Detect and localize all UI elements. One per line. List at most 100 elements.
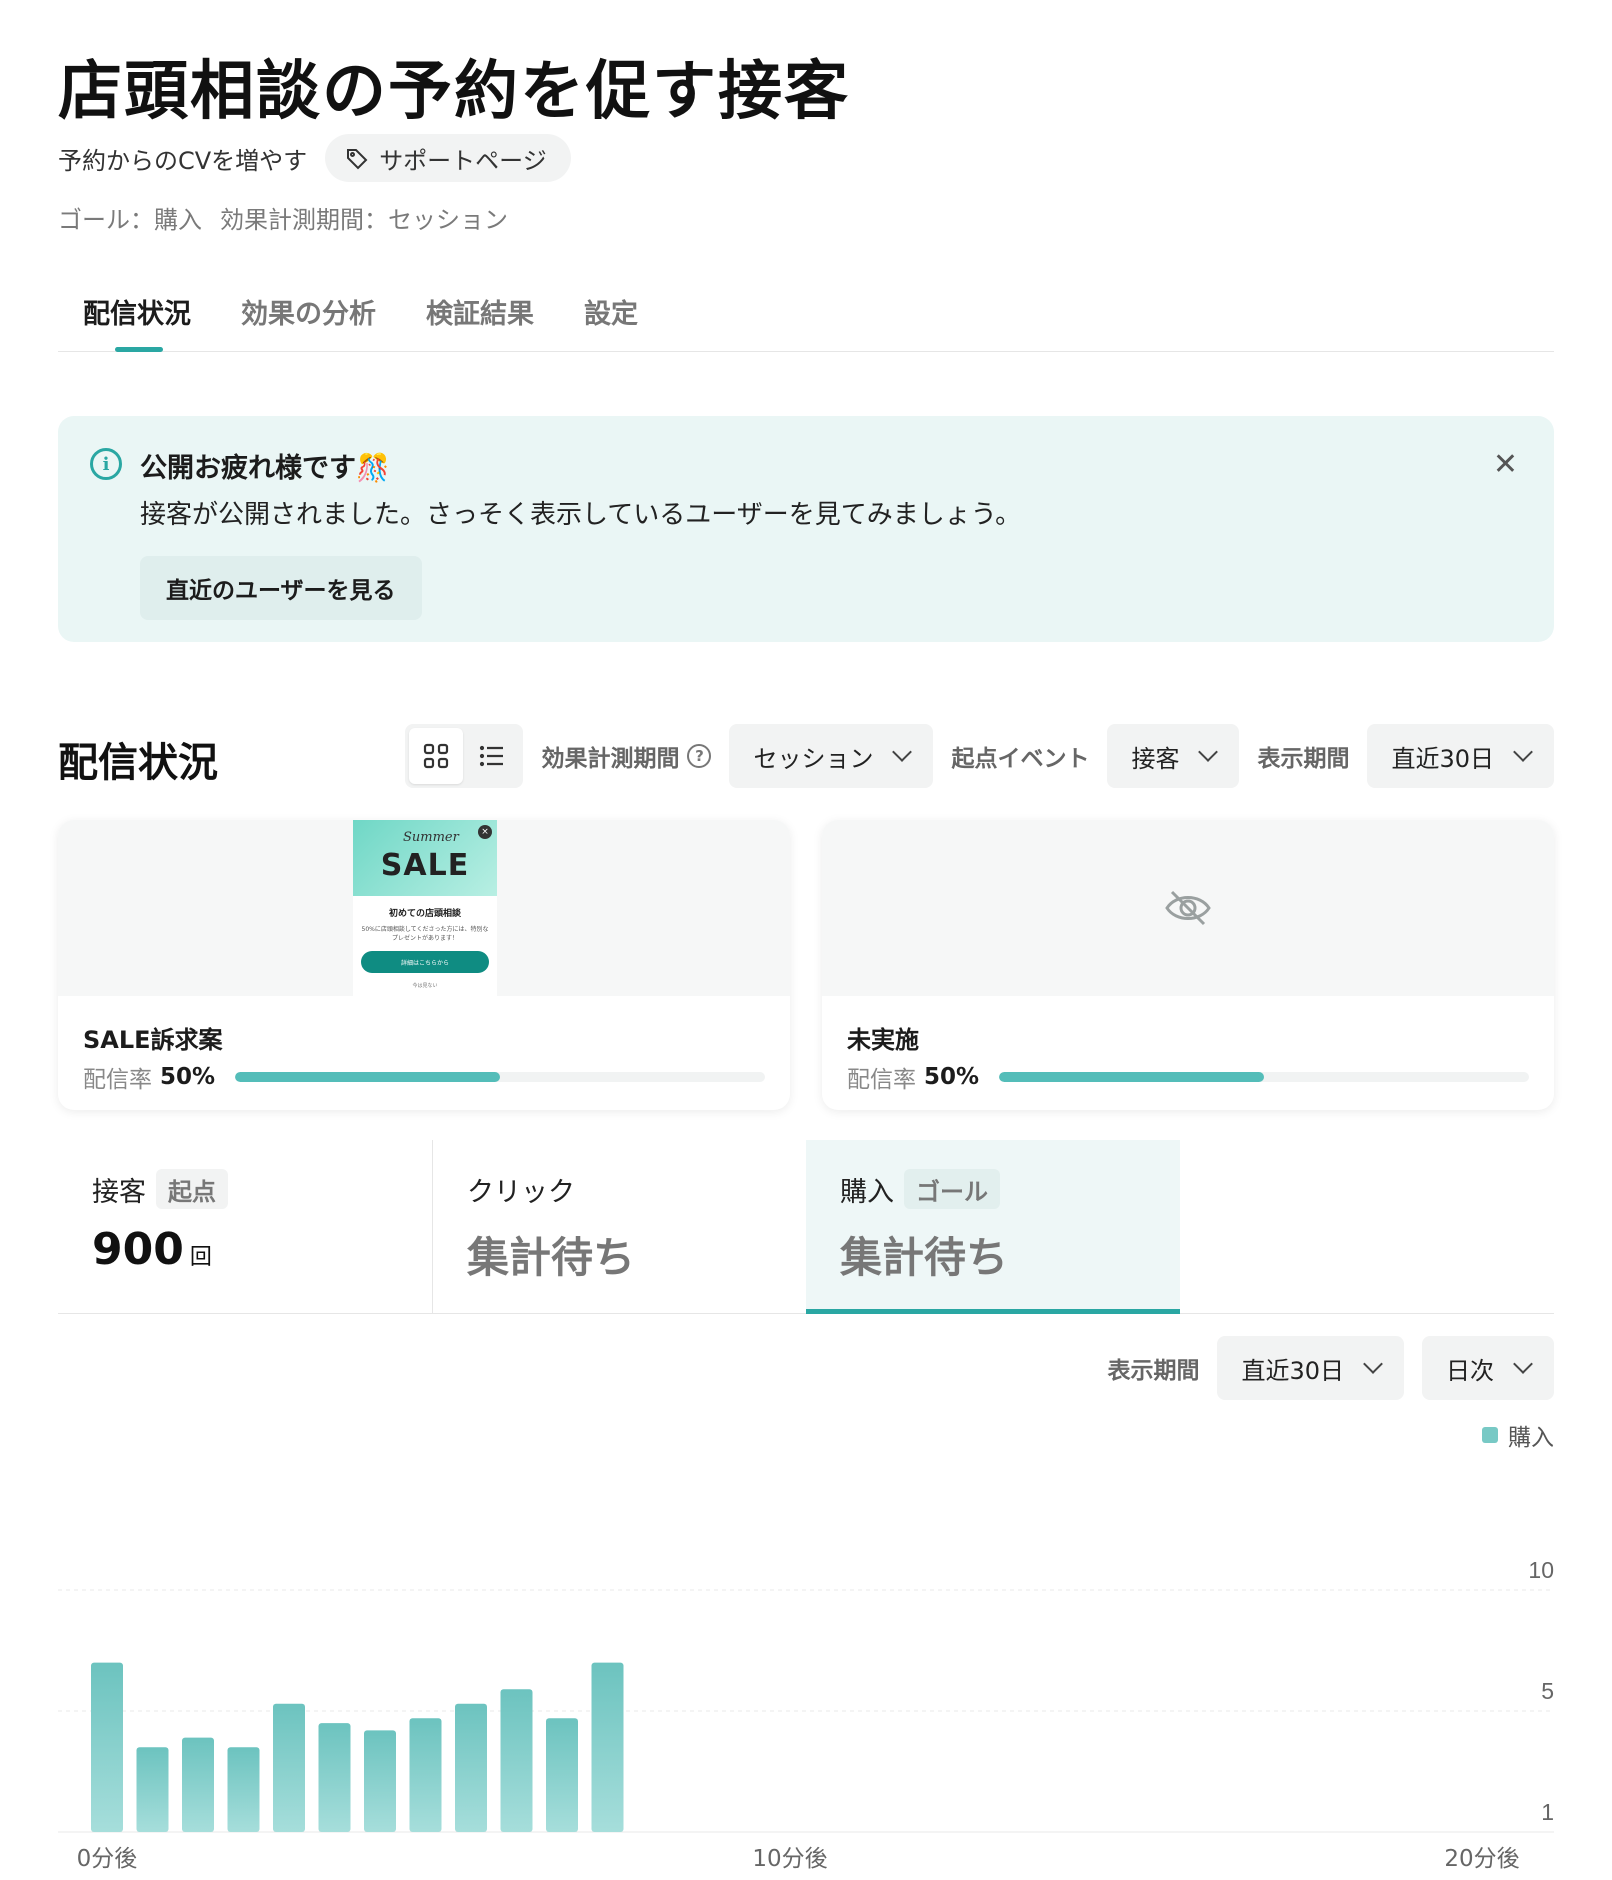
popup-title: 初めての店頭相談 xyxy=(388,909,461,919)
popup-cta: 詳細はこちらから xyxy=(361,951,489,973)
metric-value: 900 xyxy=(92,1224,184,1275)
granularity-value: 日次 xyxy=(1446,1356,1494,1385)
tab-settings[interactable]: 設定 xyxy=(559,284,663,351)
variant-card-sale[interactable]: Summer SALE × 初めての店頭相談 50%に店頭相談してくださった方に… xyxy=(58,820,790,1110)
delivery-controls: 効果計測期間 ? セッション 起点イベント 接客 表示期間 直近30日 xyxy=(405,724,1554,788)
metric-head: クリック xyxy=(467,1168,772,1210)
chart-period-label: 表示期間 xyxy=(1107,1358,1200,1384)
metric-pending: 集計待ち xyxy=(467,1233,636,1282)
popup-hero: Summer SALE × xyxy=(353,820,497,896)
tab-verification-results[interactable]: 検証結果 xyxy=(401,284,559,351)
bar xyxy=(546,1718,578,1832)
list-view-button[interactable] xyxy=(465,728,519,784)
rate-label: 配信率 xyxy=(83,1067,152,1093)
delivery-rate-row: 配信率 50% xyxy=(83,1060,765,1094)
popup-dismiss: 今は見ない xyxy=(412,983,438,989)
variant-preview: Summer SALE × 初めての店頭相談 50%に店頭相談してくださった方に… xyxy=(58,820,790,996)
chart-controls: 表示期間 直近30日 日次 xyxy=(1107,1336,1554,1400)
display-period-value: 直近30日 xyxy=(1391,744,1494,773)
popup-headline: SALE xyxy=(380,848,470,883)
metric-badge: 起点 xyxy=(156,1169,228,1209)
metric-click[interactable]: クリック 集計待ち xyxy=(432,1140,806,1314)
measure-period-value: セッション xyxy=(753,744,874,773)
y-tick-label: 1 xyxy=(1541,1799,1554,1825)
support-page-button[interactable]: サポートページ xyxy=(325,134,571,182)
list-icon xyxy=(480,745,504,767)
metric-value-row: 900 回 xyxy=(92,1224,398,1275)
tab-bar: 配信状況 効果の分析 検証結果 設定 xyxy=(58,284,1554,352)
y-tick-label: 10 xyxy=(1528,1557,1554,1583)
granularity-select[interactable]: 日次 xyxy=(1422,1336,1554,1400)
close-icon[interactable]: ✕ xyxy=(1493,450,1518,480)
metric-label: 接客 xyxy=(92,1176,146,1208)
rate-value: 50% xyxy=(924,1064,980,1090)
chart-bars xyxy=(91,1662,624,1832)
help-icon[interactable]: ? xyxy=(687,744,712,768)
measure-period-text: 効果計測期間 xyxy=(541,746,680,772)
tab-delivery-status[interactable]: 配信状況 xyxy=(58,284,216,352)
variant-preview xyxy=(822,820,1554,996)
y-axis-labels: 10 5 1 xyxy=(1528,1557,1554,1825)
chevron-down-icon xyxy=(1513,1354,1533,1374)
start-event-select[interactable]: 接客 xyxy=(1107,724,1240,788)
bar xyxy=(591,1662,624,1832)
bar xyxy=(91,1662,123,1832)
chevron-down-icon xyxy=(892,742,913,762)
rate-progress-fill xyxy=(235,1072,501,1082)
metric-purchase[interactable]: 購入 ゴール 集計待ち xyxy=(806,1140,1180,1314)
metric-badge: ゴール xyxy=(904,1169,1000,1209)
metrics-row: 接客 起点 900 回 クリック 集計待ち 購入 ゴール 集計待ち xyxy=(58,1140,1554,1314)
y-tick-label: 5 xyxy=(1541,1678,1554,1704)
measure-period-label: 効果計測期間 ? xyxy=(541,739,712,773)
rate-progress-bar xyxy=(235,1072,765,1082)
bar xyxy=(227,1747,260,1832)
x-tick-label: 20分後 xyxy=(1444,1846,1519,1872)
variant-name: SALE訴求案 xyxy=(83,1026,223,1054)
rate-label: 配信率 xyxy=(847,1067,916,1093)
rate-value: 50% xyxy=(160,1064,216,1090)
x-axis-labels: 0分後 10分後 20分後 xyxy=(77,1846,1520,1872)
variant-card-control[interactable]: 未実施 配信率 50% xyxy=(822,820,1554,1110)
start-event-label: 起点イベント xyxy=(951,746,1090,772)
eye-off-icon xyxy=(1165,890,1211,926)
display-period-select[interactable]: 直近30日 xyxy=(1367,724,1554,788)
display-period-label: 表示期間 xyxy=(1257,746,1350,772)
popup-close-icon: × xyxy=(478,825,492,839)
goal-text: ゴール：購入 xyxy=(58,206,202,234)
page-title: 店頭相談の予約を促す接客 xyxy=(58,55,850,129)
metric-head: 購入 ゴール xyxy=(840,1168,1146,1210)
x-tick-label: 0分後 xyxy=(77,1846,138,1872)
metric-impression[interactable]: 接客 起点 900 回 xyxy=(58,1140,432,1314)
chart-legend: 購入 xyxy=(1482,1418,1554,1452)
metric-pending: 集計待ち xyxy=(840,1233,1009,1282)
page-subtitle: 予約からのCVを増やす xyxy=(58,146,308,175)
variant-name: 未実施 xyxy=(847,1026,919,1054)
chevron-down-icon xyxy=(1513,742,1533,762)
rate-progress-bar xyxy=(999,1072,1529,1082)
metric-label: 購入 xyxy=(840,1176,894,1208)
chart-period-select[interactable]: 直近30日 xyxy=(1217,1336,1404,1400)
tab-effect-analysis[interactable]: 効果の分析 xyxy=(216,284,401,351)
chart-period-value: 直近30日 xyxy=(1241,1356,1344,1385)
support-page-label: サポートページ xyxy=(379,146,547,175)
period-text: 効果計測期間：セッション xyxy=(220,206,508,234)
popup-body: 50%に店頭相談してくださった方には、特別なプレゼントがあります！ xyxy=(361,926,489,942)
bar xyxy=(364,1730,396,1832)
x-tick-label: 10分後 xyxy=(752,1846,827,1872)
popup-script-text: Summer xyxy=(403,830,459,845)
measure-period-select[interactable]: セッション xyxy=(729,724,934,788)
grid-view-button[interactable] xyxy=(409,728,464,784)
metric-head: 接客 起点 xyxy=(92,1168,398,1210)
bar xyxy=(182,1737,214,1832)
publish-notice-banner: i 公開お疲れ様です🎊 接客が公開されました。さっそく表示しているユーザーを見て… xyxy=(58,416,1554,642)
purchase-bar-chart: 10 5 1 0分後 10分後 20分後 xyxy=(58,1557,1554,1872)
view-recent-users-button[interactable]: 直近のユーザーを見る xyxy=(140,556,422,620)
legend-swatch xyxy=(1482,1427,1498,1443)
metric-label: クリック xyxy=(467,1176,575,1208)
info-icon: i xyxy=(90,448,122,480)
legend-label: 購入 xyxy=(1508,1425,1554,1451)
chevron-down-icon xyxy=(1363,1354,1383,1374)
banner-title: 公開お疲れ様です🎊 xyxy=(140,453,390,484)
bar xyxy=(136,1747,169,1832)
section-title: 配信状況 xyxy=(58,740,218,786)
